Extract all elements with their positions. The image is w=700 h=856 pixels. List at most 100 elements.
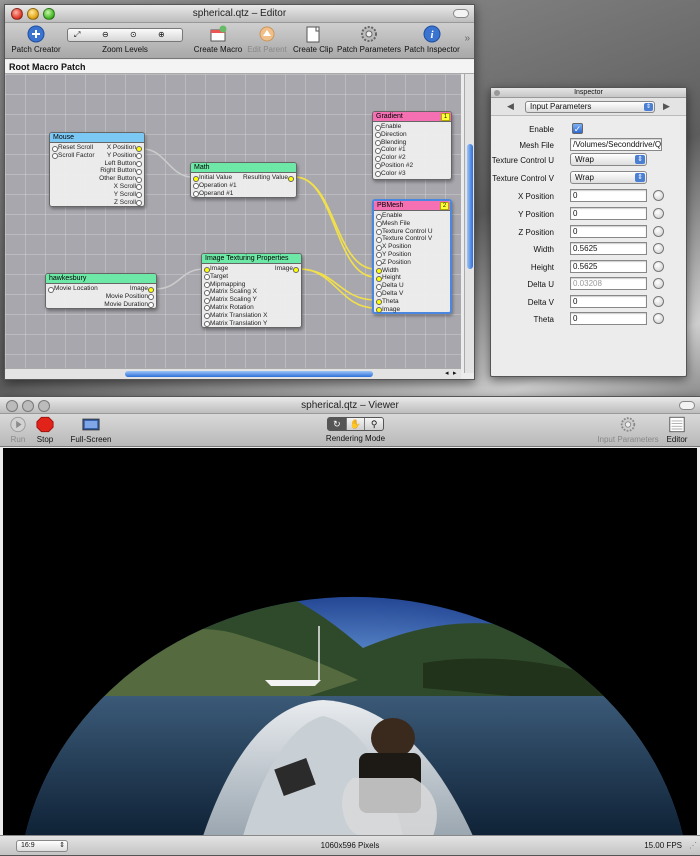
input-port[interactable]: Delta U: [374, 282, 450, 290]
value-knob-icon[interactable]: [653, 313, 664, 324]
minimize-icon[interactable]: [27, 8, 39, 20]
patch-creator-button[interactable]: Patch Creator: [9, 25, 63, 54]
input-port[interactable]: Initial Value: [191, 174, 247, 182]
vertical-scrollbar[interactable]: [464, 74, 474, 373]
delta-v-field[interactable]: 0: [570, 295, 647, 308]
input-port[interactable]: Color #3: [373, 170, 451, 178]
inspector-titlebar[interactable]: Inspector: [491, 88, 686, 98]
enable-checkbox[interactable]: ✓: [572, 123, 583, 134]
input-port[interactable]: Operand #1: [191, 190, 247, 198]
inspector-pane-popup[interactable]: Input Parameters ⇕: [525, 101, 655, 113]
patch-canvas[interactable]: Mouse Reset Scroll Scroll Factor X Posit…: [5, 74, 461, 373]
next-pane-icon[interactable]: ▶: [663, 101, 670, 112]
scrollbar-thumb[interactable]: [467, 144, 473, 269]
viewer-titlebar[interactable]: spherical.qtz – Viewer: [0, 397, 700, 414]
toolbar-toggle-button[interactable]: [453, 9, 469, 18]
input-port[interactable]: Direction: [373, 131, 451, 139]
x-position-field[interactable]: 0: [570, 189, 647, 202]
create-clip-button[interactable]: Create Clip: [292, 25, 334, 54]
zoom-out-icon[interactable]: ⊖: [102, 29, 109, 41]
value-knob-icon[interactable]: [653, 278, 664, 289]
input-port[interactable]: Matrix Translation X: [202, 312, 274, 320]
output-port[interactable]: X Position: [94, 144, 144, 152]
input-port[interactable]: Height: [374, 274, 450, 282]
output-port[interactable]: Z Scroll: [94, 199, 144, 207]
output-port[interactable]: Left Button: [94, 160, 144, 168]
zoom-actual-icon[interactable]: ⊙: [130, 29, 137, 41]
input-port[interactable]: Mesh File: [374, 220, 450, 228]
toolbar-toggle-button[interactable]: [679, 401, 695, 410]
scrollbar-thumb[interactable]: [125, 371, 373, 377]
patch-inspector-button[interactable]: i Patch Inspector: [403, 25, 461, 54]
mouse-patch[interactable]: Mouse Reset Scroll Scroll Factor X Posit…: [49, 132, 145, 207]
edit-parent-button[interactable]: Edit Parent: [245, 25, 289, 54]
zoom-icon[interactable]: [43, 8, 55, 20]
texture-control-v-select[interactable]: Wrap ⇕: [570, 171, 647, 184]
pbmesh-patch[interactable]: PBMesh 2 Enable Mesh File Texture Contro…: [372, 199, 452, 314]
gradient-patch[interactable]: Gradient 1 Enable Direction Blending Col…: [372, 111, 452, 180]
value-knob-icon[interactable]: [653, 261, 664, 272]
input-port[interactable]: Scroll Factor: [50, 152, 100, 160]
theta-field[interactable]: 0: [570, 312, 647, 325]
input-port[interactable]: Matrix Scaling X: [202, 288, 274, 296]
delta-u-field[interactable]: 0.03208: [570, 277, 647, 290]
zoom-icon[interactable]: [38, 400, 50, 412]
height-field[interactable]: 0.5625: [570, 260, 647, 273]
value-knob-icon[interactable]: [653, 226, 664, 237]
input-port[interactable]: Color #1: [373, 146, 451, 154]
editor-button[interactable]: Editor: [662, 416, 692, 444]
input-port[interactable]: Width: [374, 267, 450, 275]
run-button[interactable]: Run: [6, 416, 30, 444]
output-port[interactable]: Movie Position: [96, 293, 156, 301]
math-patch[interactable]: Math Initial Value Operation #1 Operand …: [190, 162, 297, 198]
input-parameters-button[interactable]: Input Parameters: [596, 416, 660, 444]
y-position-field[interactable]: 0: [570, 207, 647, 220]
input-port[interactable]: Texture Control V: [374, 235, 450, 243]
output-port[interactable]: Right Button: [94, 167, 144, 175]
breadcrumb[interactable]: Root Macro Patch: [5, 60, 474, 74]
output-port[interactable]: Image: [96, 285, 156, 293]
close-icon[interactable]: [6, 400, 18, 412]
input-port[interactable]: Enable: [373, 123, 451, 131]
fullscreen-button[interactable]: Full-Screen: [66, 416, 116, 444]
interact-mode-icon[interactable]: ✋: [345, 418, 365, 430]
output-port[interactable]: Y Scroll: [94, 191, 144, 199]
rendering-mode-control[interactable]: ↻ ✋ ⚲: [327, 417, 384, 431]
rotate-mode-icon[interactable]: ↻: [328, 418, 346, 430]
patch-parameters-button[interactable]: Patch Parameters: [337, 25, 401, 54]
input-port[interactable]: Position #2: [373, 162, 451, 170]
value-knob-icon[interactable]: [653, 190, 664, 201]
input-port[interactable]: Image: [374, 306, 450, 314]
input-port[interactable]: Matrix Rotation: [202, 304, 274, 312]
hawkesbury-movie-patch[interactable]: hawkesbury Movie Location Image Movie Po…: [45, 273, 157, 309]
editor-titlebar[interactable]: spherical.qtz – Editor: [5, 5, 474, 23]
input-port[interactable]: Operation #1: [191, 182, 247, 190]
input-port[interactable]: Delta V: [374, 290, 450, 298]
create-macro-button[interactable]: Create Macro: [193, 25, 243, 54]
input-port[interactable]: Texture Control U: [374, 228, 450, 236]
input-port[interactable]: Theta: [374, 298, 450, 306]
value-knob-icon[interactable]: [653, 296, 664, 307]
zoom-in-icon[interactable]: ⊕: [158, 29, 165, 41]
output-port[interactable]: Image: [271, 265, 301, 273]
scroll-left-icon[interactable]: ◂: [445, 369, 449, 377]
input-port[interactable]: Mipmapping: [202, 281, 274, 289]
zoom-levels-control[interactable]: ⤢ ⊖ ⊙ ⊕: [67, 28, 183, 42]
input-port[interactable]: Blending: [373, 139, 451, 147]
output-port[interactable]: Movie Duration: [96, 301, 156, 309]
output-port[interactable]: X Scroll: [94, 183, 144, 191]
input-port[interactable]: X Position: [374, 243, 450, 251]
input-port[interactable]: Image: [202, 265, 274, 273]
input-port[interactable]: Y Position: [374, 251, 450, 259]
resize-grip-icon[interactable]: ⋰: [689, 836, 697, 856]
input-port[interactable]: Z Position: [374, 259, 450, 267]
output-port[interactable]: Resulting Value: [240, 174, 296, 182]
z-position-field[interactable]: 0: [570, 225, 647, 238]
texture-control-u-select[interactable]: Wrap ⇕: [570, 153, 647, 166]
input-port[interactable]: Color #2: [373, 154, 451, 162]
horizontal-scrollbar[interactable]: ◂ ▸: [5, 368, 461, 379]
render-viewport[interactable]: [3, 448, 697, 836]
input-port[interactable]: Matrix Translation Y: [202, 320, 274, 328]
width-field[interactable]: 0.5625: [570, 242, 647, 255]
close-icon[interactable]: [494, 90, 500, 96]
